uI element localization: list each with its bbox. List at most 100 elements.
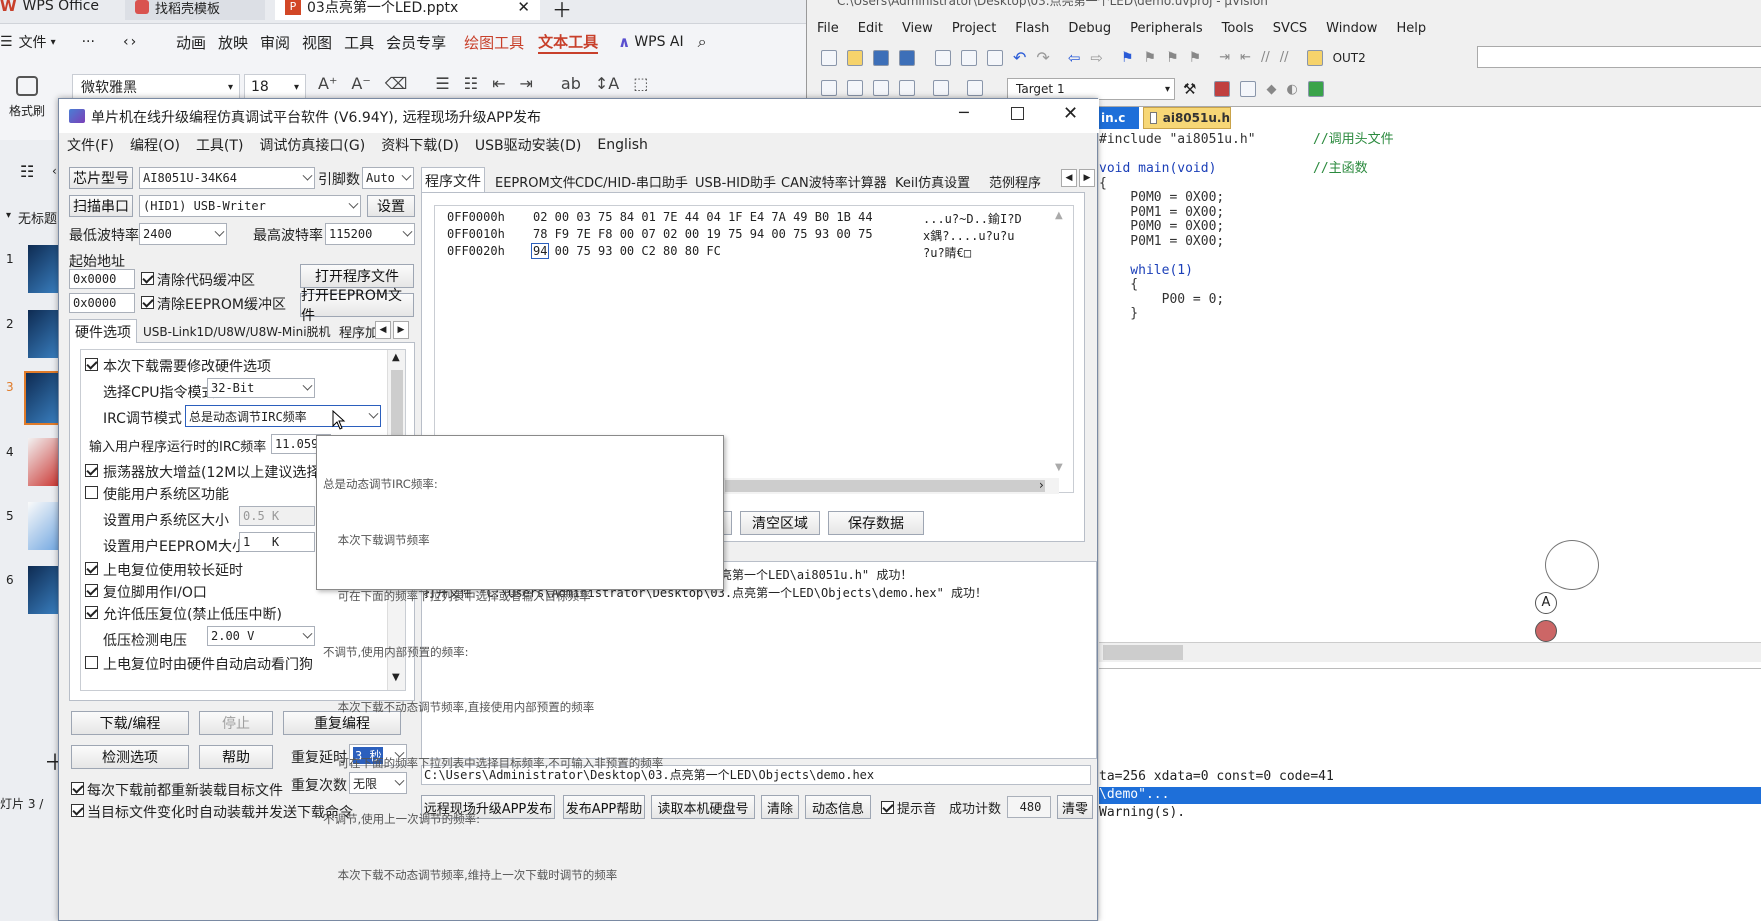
editor-tab-main[interactable]: in.c xyxy=(1099,107,1139,129)
target-combo-label[interactable]: OUT2 xyxy=(1333,51,1366,65)
reset-pin-io-checkbox[interactable] xyxy=(85,584,98,597)
beep-checkbox[interactable] xyxy=(881,801,894,814)
amp-gain-checkbox[interactable] xyxy=(85,464,98,477)
comment-icon[interactable]: // xyxy=(1261,50,1270,65)
reload-before-download-checkbox[interactable] xyxy=(71,782,84,795)
nav-left-icon[interactable]: ‹ xyxy=(123,34,129,50)
new-tab-icon[interactable]: ＋ xyxy=(552,0,572,23)
build-icon[interactable] xyxy=(847,80,863,96)
isp-menu-english[interactable]: English xyxy=(597,137,648,153)
tab-wps-office[interactable]: W WPS Office xyxy=(0,0,99,18)
clear-eeprom-checkbox[interactable] xyxy=(141,296,154,309)
tab-scroll-left-icon[interactable]: ◀ xyxy=(1061,169,1077,187)
nav-right-icon[interactable]: › xyxy=(131,34,137,50)
keil-menu-window[interactable]: Window xyxy=(1326,21,1377,36)
isp-menu-program[interactable]: 编程(O) xyxy=(130,135,180,155)
user-system-size-select[interactable]: 0.5 K xyxy=(239,506,315,526)
scroll-right-icon[interactable]: › xyxy=(1039,478,1044,492)
scroll-thumb[interactable] xyxy=(1103,645,1183,660)
tab-hardware-options[interactable]: 硬件选项 xyxy=(69,319,137,343)
font-grow-icon[interactable]: A⁺ xyxy=(318,74,337,93)
tab-scroll-left-icon[interactable]: ◀ xyxy=(375,321,391,339)
slide-thumb-5[interactable] xyxy=(28,502,62,550)
tab-serial-assistant[interactable]: CDC/HID-串口助手 xyxy=(575,169,688,193)
rebuild-icon[interactable] xyxy=(873,80,889,96)
select-packs-icon[interactable] xyxy=(1240,81,1257,97)
detect-options-button[interactable]: 检测选项 xyxy=(71,745,189,769)
keil-menu-view[interactable]: View xyxy=(902,21,933,36)
chip-model-select[interactable]: AI8051U-34K64 xyxy=(139,167,315,189)
sort-icon[interactable]: ↕A xyxy=(595,74,619,93)
collapse-icon[interactable]: ‹ xyxy=(52,164,57,178)
paste-icon[interactable] xyxy=(987,49,1003,66)
clear-log-button[interactable]: 清除 xyxy=(761,795,799,819)
user-system-checkbox[interactable] xyxy=(85,486,98,499)
tab-scroll-right-icon[interactable]: ▶ xyxy=(1079,169,1095,187)
keil-menu-tools[interactable]: Tools xyxy=(1222,21,1254,36)
translate-icon[interactable] xyxy=(821,80,837,96)
ribbon-tab-view[interactable]: 视图 xyxy=(302,32,332,53)
format-painter-button[interactable]: 格式刷 xyxy=(6,72,48,132)
scan-port-button[interactable]: 扫描串口 xyxy=(69,195,133,217)
isp-menu-usb-driver[interactable]: USB驱动安装(D) xyxy=(475,135,581,155)
editor-hscrollbar[interactable] xyxy=(1099,642,1761,662)
menu-icon[interactable]: ☰ xyxy=(0,34,13,50)
indent-icon[interactable]: ⇥ xyxy=(1219,50,1230,65)
open-eeprom-file-button[interactable]: 打开EEPROM文件 xyxy=(300,288,414,324)
keil-menu-edit[interactable]: Edit xyxy=(858,21,883,36)
bookmark-next-icon[interactable]: ⚑ xyxy=(1166,50,1179,66)
keil-search-combo[interactable] xyxy=(1477,46,1761,68)
ribbon-tab-review[interactable]: 审阅 xyxy=(260,32,290,53)
port-select[interactable]: (HID1) USB-Writer xyxy=(139,195,361,217)
cpu-mode-select[interactable]: 32-Bit xyxy=(207,378,315,398)
indent-icon[interactable]: ⇥ xyxy=(520,74,533,93)
slide-thumb-6[interactable] xyxy=(28,566,62,614)
irc-mode-select[interactable]: 总是动态调节IRC频率 xyxy=(185,405,381,427)
max-baud-select[interactable]: 115200 xyxy=(325,223,415,245)
cut-icon[interactable] xyxy=(935,49,951,66)
shape-icon[interactable]: ⬚ xyxy=(633,74,648,93)
minimize-icon[interactable]: ─ xyxy=(959,103,969,122)
dynamic-info-button[interactable]: 动态信息 xyxy=(805,795,871,819)
nav-back-icon[interactable]: ⇦ xyxy=(1068,49,1081,67)
close-icon[interactable]: ✕ xyxy=(1063,103,1078,124)
copy-icon[interactable] xyxy=(961,49,977,66)
low-voltage-detect-select[interactable]: 2.00 V xyxy=(207,626,315,646)
unindent-icon[interactable]: ⇤ xyxy=(1240,50,1251,65)
options-icon[interactable]: ⚒ xyxy=(1183,80,1196,98)
search-icon[interactable]: ⌕ xyxy=(698,32,707,52)
text-direction-icon[interactable]: ab xyxy=(561,74,581,93)
keil-menu-project[interactable]: Project xyxy=(952,21,996,36)
build-output-selected[interactable]: \demo"... xyxy=(1099,787,1761,804)
ribbon-tab-tools[interactable]: 工具 xyxy=(344,32,374,53)
close-icon[interactable]: ✕ xyxy=(517,0,530,16)
isp-menu-tools[interactable]: 工具(T) xyxy=(196,135,243,155)
tab-examples[interactable]: 范例程序 xyxy=(989,169,1041,193)
isp-menu-debug[interactable]: 调试仿真接口(G) xyxy=(259,135,365,155)
save-icon[interactable] xyxy=(873,49,889,66)
scroll-thumb[interactable] xyxy=(391,370,403,440)
download-icon[interactable] xyxy=(899,80,915,96)
keil-editor[interactable]: in.c ai8051u.h #include "ai8051u.h" //调用头… xyxy=(1099,106,1761,670)
font-size-combo[interactable]: 18 ▾ xyxy=(244,74,306,100)
tab-scroll-right-icon[interactable]: ▶ xyxy=(393,321,409,339)
keil-menu-file[interactable]: File xyxy=(817,21,839,36)
font-name-combo[interactable]: 微软雅黑 ▾ xyxy=(72,74,240,100)
eraser-icon[interactable]: ⌫ xyxy=(385,74,408,93)
more-button[interactable]: ··· xyxy=(82,34,95,50)
keil-menu-svcs[interactable]: SVCS xyxy=(1273,21,1307,36)
pins-select[interactable]: Auto xyxy=(362,167,414,189)
reset-count-button[interactable]: 清零 xyxy=(1057,795,1093,819)
slide-thumb-3[interactable] xyxy=(24,371,64,425)
slide-thumb-2[interactable] xyxy=(28,310,62,358)
eeprom-address-input[interactable]: 0x0000 xyxy=(69,293,135,313)
open-folder-icon[interactable] xyxy=(847,49,863,66)
ribbon-tab-member[interactable]: 会员专享 xyxy=(386,32,446,53)
keil-menu-debug[interactable]: Debug xyxy=(1068,21,1111,36)
ribbon-tab-wps-ai[interactable]: WPS AI xyxy=(634,34,683,50)
tab-pptx[interactable]: P 03点亮第一个LED.pptx ✕ xyxy=(275,0,540,20)
new-file-icon[interactable] xyxy=(821,49,837,66)
long-reset-delay-checkbox[interactable] xyxy=(85,562,98,575)
bookmark-clear-icon[interactable]: ⚑ xyxy=(1189,50,1202,66)
eeprom-size-select[interactable]: 1 K xyxy=(239,532,315,552)
